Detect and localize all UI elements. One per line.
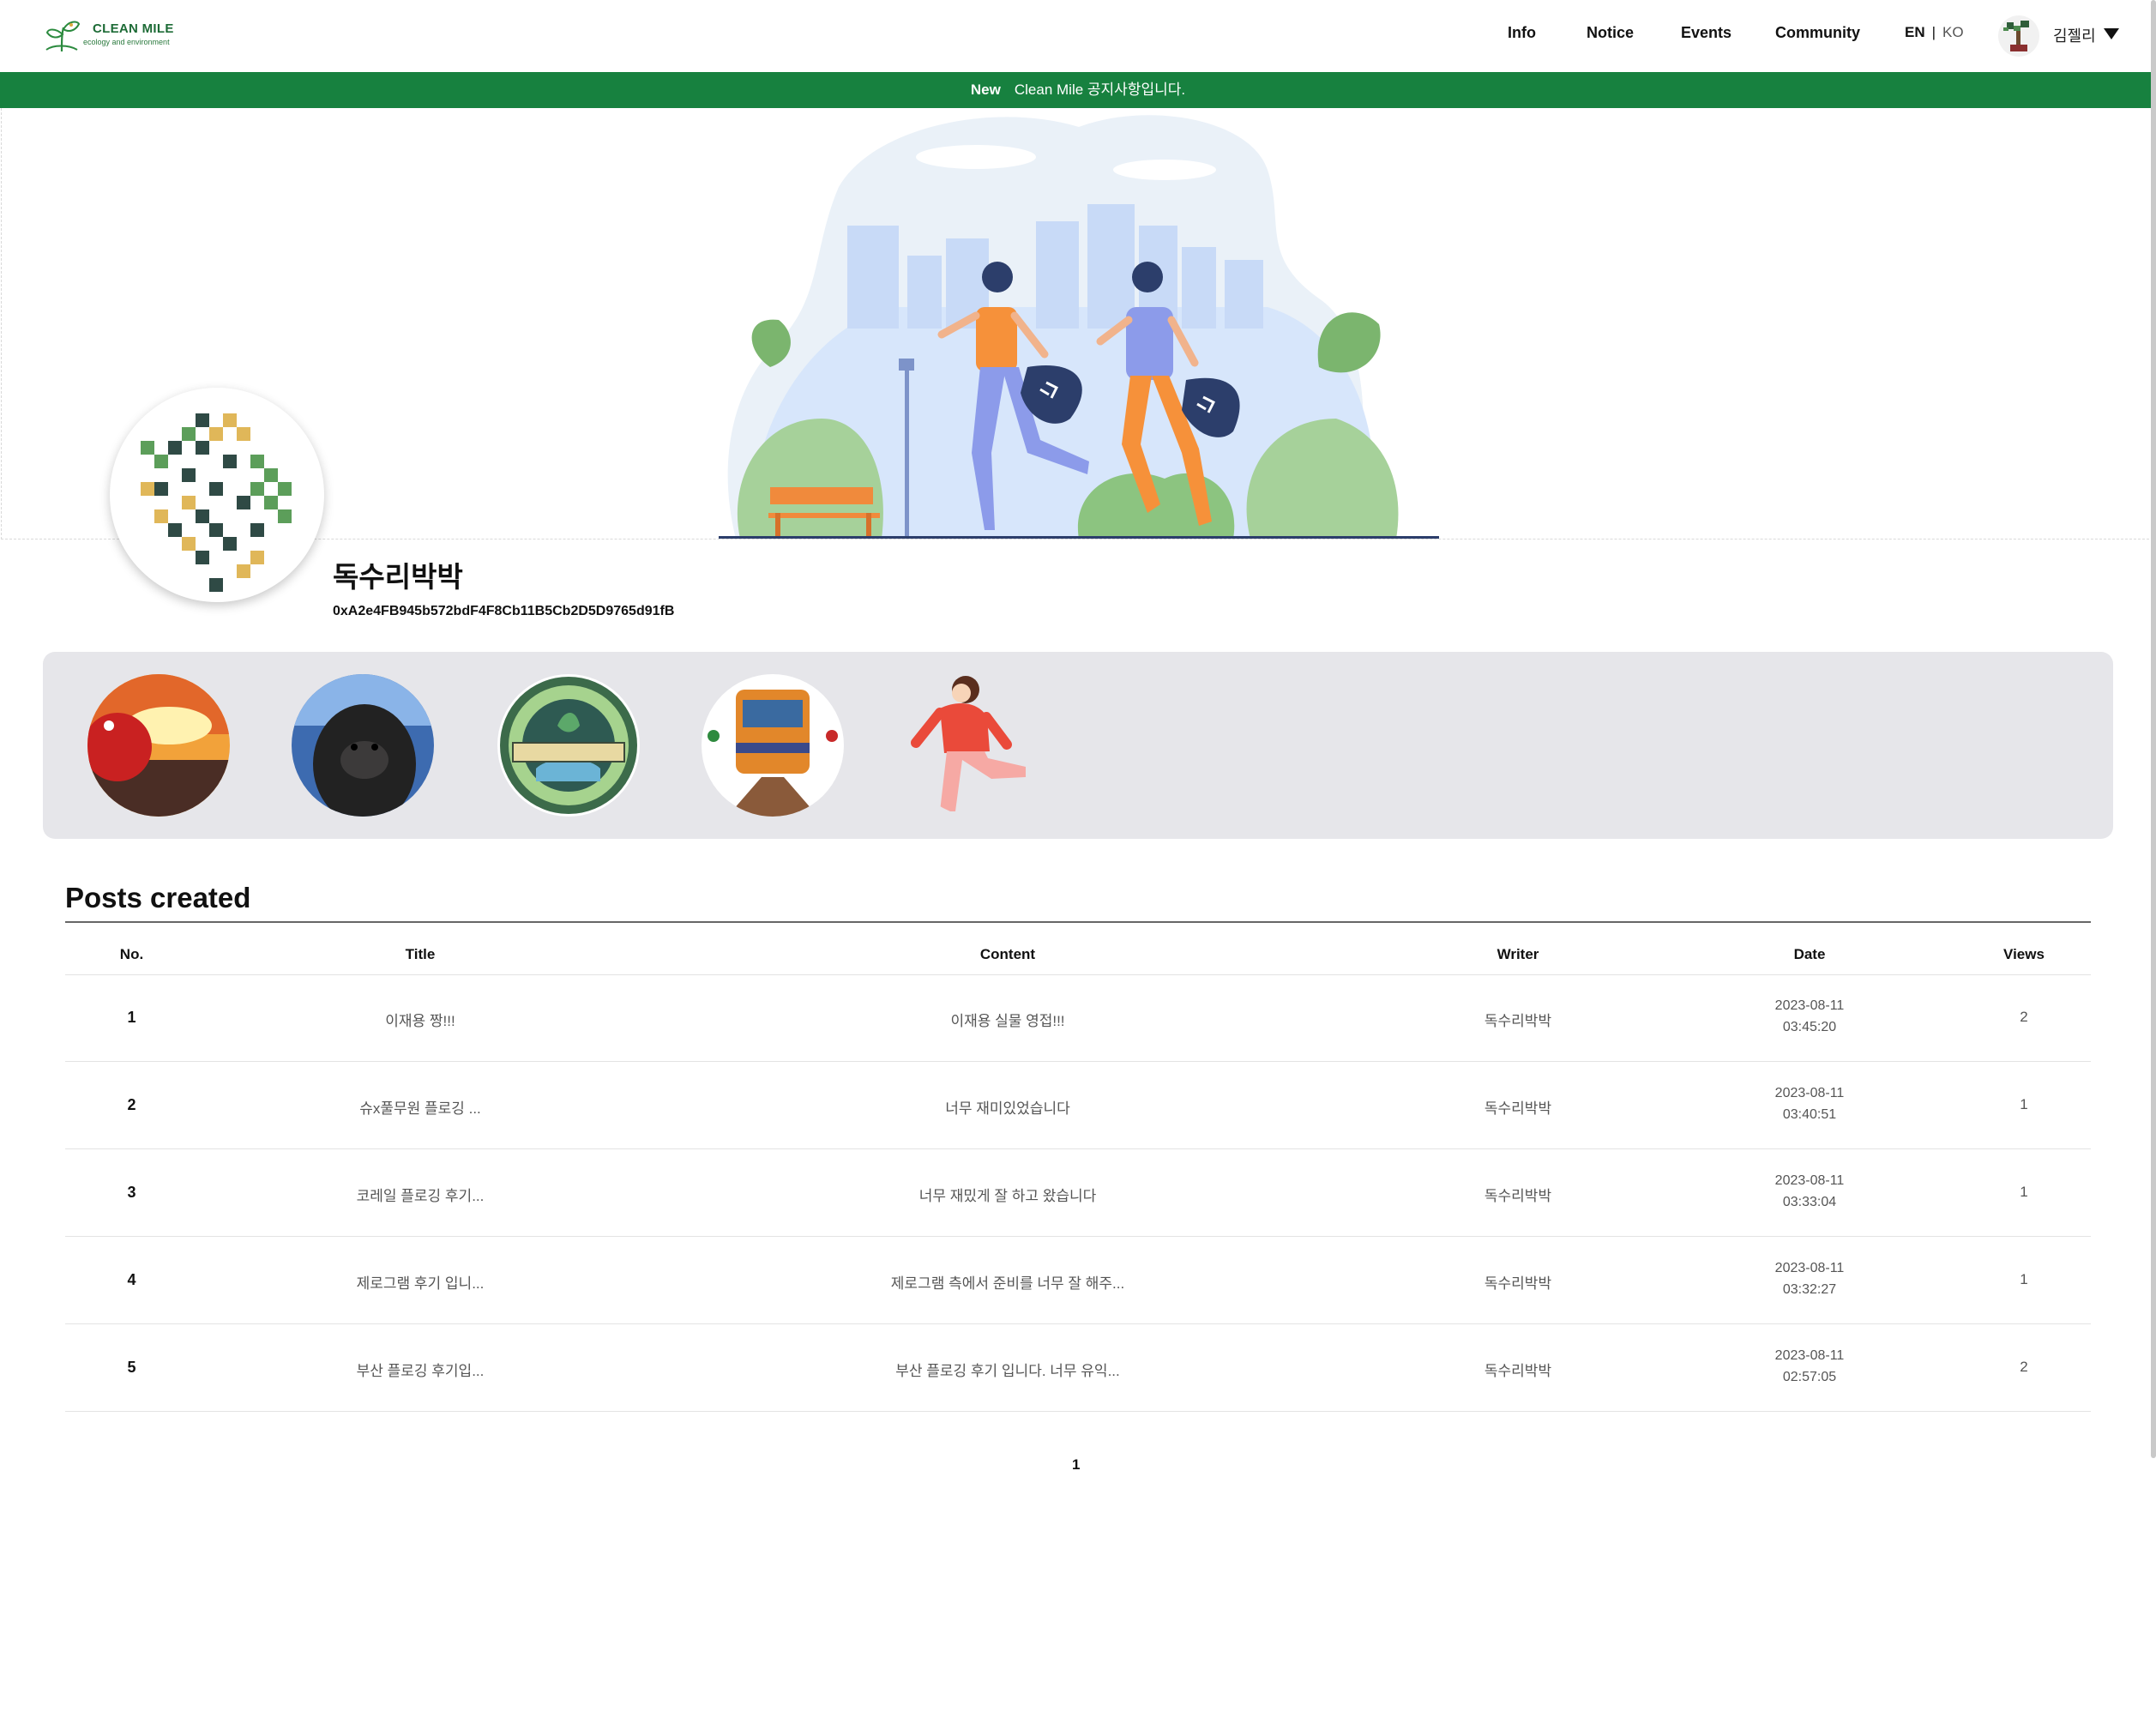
post-date: 2023-08-11 03:40:51 (1724, 1082, 1895, 1125)
top-navbar: CLEAN MILE ecology and environment Info … (0, 0, 2156, 72)
row-number: 5 (127, 1359, 136, 1376)
post-date: 2023-08-11 03:32:27 (1724, 1257, 1895, 1300)
column-header-date: Date (1793, 946, 1826, 962)
posts-section-title: Posts created (65, 882, 251, 913)
post-date: 2023-08-11 03:33:04 (1724, 1170, 1895, 1213)
gorilla-nft-icon (292, 674, 434, 817)
chevron-down-icon[interactable] (2104, 28, 2119, 39)
nft-sunset-creature[interactable] (87, 674, 230, 817)
row-number: 1 (127, 1009, 136, 1026)
language-switcher: EN | KO (1905, 24, 1964, 41)
post-date-time: 03:32:27 (1782, 1282, 1837, 1297)
column-header-title: Title (405, 946, 436, 962)
profile-name: 독수리박박 (333, 561, 463, 593)
post-writer: 독수리박박 (1484, 1275, 1552, 1292)
pagination-page-1[interactable]: 1 (1072, 1456, 1080, 1474)
post-title-link[interactable]: 이재용 짱!!! (317, 1009, 523, 1030)
user-avatar[interactable] (1998, 15, 2039, 57)
profile-avatar (110, 388, 324, 602)
post-content: 이재용 실물 영접!!! (950, 1013, 1065, 1029)
nft-environment-badge[interactable] (497, 674, 640, 817)
post-views: 1 (2020, 1096, 2028, 1112)
post-title-link[interactable]: 코레일 플로깅 후기... (317, 1184, 523, 1205)
table-row[interactable]: 4 제로그램 후기 입니... 제로그램 측에서 준비를 너무 잘 해주... … (65, 1237, 2091, 1324)
table-row[interactable]: 5 부산 플로깅 후기입... 부산 플로깅 후기 입니다. 너무 유익... … (65, 1324, 2091, 1412)
nav-link-community[interactable]: Community (1775, 24, 1860, 42)
brand-title: CLEAN MILE (93, 21, 174, 36)
column-header-content: Content (979, 946, 1036, 962)
post-date-time: 03:33:04 (1782, 1195, 1837, 1209)
notice-banner[interactable]: New Clean Mile 공지사항입니다. (0, 72, 2156, 108)
post-date-day: 2023-08-11 (1774, 1173, 1845, 1188)
post-views: 1 (2020, 1184, 2028, 1200)
environment-badge-nft-icon (497, 674, 640, 817)
nft-gorilla[interactable] (292, 674, 434, 817)
post-date-time: 02:57:05 (1782, 1370, 1837, 1384)
lang-separator: | (1931, 24, 1936, 40)
post-date-day: 2023-08-11 (1774, 998, 1845, 1013)
nav-link-info[interactable]: Info (1508, 24, 1536, 42)
nav-link-events[interactable]: Events (1681, 24, 1731, 42)
post-views: 2 (2020, 1009, 2028, 1025)
running-girl-nft-icon (906, 674, 1048, 817)
new-badge: New (970, 81, 1001, 98)
post-title-link[interactable]: 부산 플로깅 후기입... (317, 1359, 523, 1380)
post-date-time: 03:45:20 (1782, 1020, 1837, 1034)
nft-collection-panel (43, 652, 2113, 839)
notice-text: Clean Mile 공지사항입니다. (1014, 81, 1186, 98)
post-date-time: 03:40:51 (1782, 1107, 1837, 1122)
wallet-address: 0xA2e4FB945b572bdF4F8Cb11B5Cb2D5D9765d91… (333, 604, 675, 618)
column-header-views: Views (2003, 946, 2045, 962)
post-title-link[interactable]: 제로그램 후기 입니... (317, 1271, 523, 1293)
post-content: 부산 플로깅 후기 입니다. 너무 유익... (895, 1363, 1120, 1379)
pixel-bonsai-avatar-icon (141, 413, 292, 592)
post-date-day: 2023-08-11 (1774, 1348, 1845, 1363)
row-number: 3 (127, 1184, 136, 1201)
nav-link-notice[interactable]: Notice (1587, 24, 1634, 42)
lang-en-option[interactable]: EN (1905, 24, 1925, 40)
table-row[interactable]: 3 코레일 플로깅 후기... 너무 재밌게 잘 하고 왔습니다 독수리박박 2… (65, 1149, 2091, 1237)
post-views: 2 (2020, 1359, 2028, 1375)
post-date-day: 2023-08-11 (1774, 1086, 1845, 1100)
brand-subtitle: ecology and environment (83, 38, 170, 46)
nft-running-girl[interactable] (906, 674, 1048, 817)
row-number: 2 (127, 1096, 136, 1113)
column-header-writer: Writer (1497, 946, 1539, 962)
post-writer: 독수리박박 (1484, 1363, 1552, 1379)
post-writer: 독수리박박 (1484, 1013, 1552, 1029)
user-name[interactable]: 김젤리 (2053, 24, 2096, 46)
post-views: 1 (2020, 1271, 2028, 1287)
train-nft-icon (702, 674, 844, 817)
post-content: 너무 재밌게 잘 하고 왔습니다 (918, 1188, 1097, 1204)
post-title-link[interactable]: 슈x풀무원 플로깅 ... (317, 1096, 523, 1118)
post-date: 2023-08-11 02:57:05 (1724, 1345, 1895, 1388)
page-scrollbar[interactable] (2151, 0, 2156, 1458)
sunset-creature-nft-icon (87, 674, 230, 817)
post-date-day: 2023-08-11 (1774, 1261, 1845, 1275)
brand-logo[interactable]: CLEAN MILE ecology and environment (43, 15, 189, 55)
table-row[interactable]: 2 슈x풀무원 플로깅 ... 너무 재미있었습니다 독수리박박 2023-08… (65, 1062, 2091, 1149)
lang-ko-option[interactable]: KO (1942, 24, 1964, 40)
table-row[interactable]: 1 이재용 짱!!! 이재용 실물 영접!!! 독수리박박 2023-08-11… (65, 974, 2091, 1062)
plogging-illustration (719, 115, 1439, 539)
nft-train[interactable] (702, 674, 844, 817)
post-date: 2023-08-11 03:45:20 (1724, 995, 1895, 1038)
post-content: 너무 재미있었습니다 (945, 1100, 1070, 1117)
post-writer: 독수리박박 (1484, 1188, 1552, 1204)
row-number: 4 (127, 1271, 136, 1288)
post-writer: 독수리박박 (1484, 1100, 1552, 1117)
leaf-sprout-icon (45, 21, 81, 52)
column-header-no: No. (119, 946, 144, 962)
bonsai-avatar-icon (2003, 21, 2029, 51)
post-content: 제로그램 측에서 준비를 너무 잘 해주... (890, 1275, 1125, 1292)
